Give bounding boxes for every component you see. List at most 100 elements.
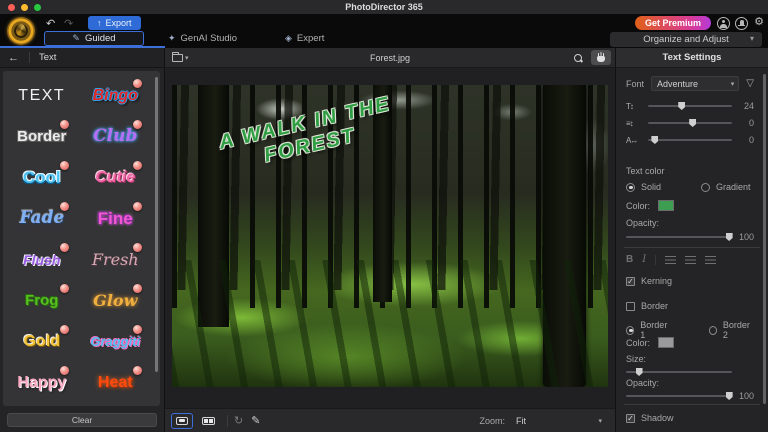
canvas-topbar: ▾ Forest.jpg (165, 48, 615, 68)
font-dropdown[interactable]: Adventure ▾ (651, 76, 739, 91)
preset-label: Gold (24, 334, 60, 350)
gradient-radio[interactable] (701, 183, 710, 192)
tree-trunk (198, 85, 229, 327)
character-spacing-slider-thumb[interactable] (651, 136, 658, 144)
hand-icon (597, 56, 605, 62)
text-opacity-slider-thumb[interactable] (726, 233, 733, 241)
premium-badge-icon (133, 366, 142, 375)
character-spacing-slider[interactable] (648, 139, 732, 141)
text-preset-happy[interactable]: Happy (5, 362, 79, 403)
pen-icon[interactable]: ✎ (251, 414, 260, 427)
tab-expert[interactable]: ◈ Expert (285, 31, 324, 46)
font-size-icon: T↕ (626, 102, 642, 111)
tab-genai-studio[interactable]: ✦ GenAI Studio (168, 31, 237, 46)
premium-badge-icon (60, 243, 69, 252)
kerning-checkbox[interactable]: ✓ (626, 277, 635, 286)
undo-icon[interactable]: ↶ (46, 17, 55, 30)
premium-badge-icon (133, 202, 142, 211)
tab-guided[interactable]: ✎ Guided (44, 31, 144, 46)
text-preset-glow[interactable]: Glow (79, 280, 153, 321)
back-icon[interactable]: ← (8, 52, 19, 64)
text-preset-heat[interactable]: Heat (79, 362, 153, 403)
text-preset-fade[interactable]: Fade (5, 198, 79, 239)
export-button[interactable]: ↑ Export (88, 16, 141, 30)
single-view-icon (176, 417, 188, 425)
shadow-checkbox[interactable]: ✓ (626, 414, 635, 423)
tab-expert-label: Expert (297, 33, 324, 44)
get-premium-button[interactable]: Get Premium (635, 16, 711, 30)
organize-adjust-dropdown[interactable]: Organize and Adjust ▾ (610, 32, 762, 47)
text-opacity-label: Opacity: (626, 218, 754, 228)
text-opacity-slider[interactable] (626, 236, 732, 238)
single-view-button[interactable] (171, 413, 193, 429)
text-preset-text[interactable]: TEXT (5, 75, 79, 116)
align-right-button[interactable] (705, 256, 716, 264)
font-filter-icon[interactable]: ▽ (746, 78, 754, 89)
text-preset-fine[interactable]: Fine (79, 198, 153, 239)
pan-tool-button[interactable] (591, 50, 611, 65)
zoom-tool-button[interactable] (568, 50, 588, 65)
sidebar-scrollbar[interactable] (155, 77, 158, 372)
border-checkbox[interactable] (626, 302, 635, 311)
border-size-slider-thumb[interactable] (636, 368, 643, 376)
sparkle-icon: ✦ (168, 33, 176, 44)
line-spacing-slider[interactable] (648, 122, 732, 124)
premium-badge-icon (133, 161, 142, 170)
canvas-bottombar: ↻ ✎ Zoom: Fit ▾ (165, 408, 615, 432)
account-icon[interactable] (717, 17, 730, 30)
border-size-slider[interactable] (626, 371, 732, 373)
compare-view-button[interactable] (197, 413, 219, 429)
zoom-level-dropdown[interactable]: Fit ▾ (511, 414, 607, 428)
macos-titlebar: PhotoDirector 365 (0, 0, 768, 14)
gear-icon[interactable]: ⚙ (754, 15, 764, 28)
font-size-slider[interactable] (648, 105, 732, 107)
magnifier-icon (574, 54, 582, 62)
border-opacity-slider[interactable] (626, 395, 732, 397)
preset-label: Fine (98, 210, 133, 227)
solid-radio-label: Solid (641, 182, 661, 192)
border2-radio[interactable] (709, 326, 717, 335)
text-preset-gold[interactable]: Gold (5, 321, 79, 362)
text-preset-flush[interactable]: Flush (5, 239, 79, 280)
bold-button[interactable]: B (626, 254, 633, 265)
text-preset-frog[interactable]: Frog (5, 280, 79, 321)
font-size-slider-thumb[interactable] (678, 102, 685, 110)
notifications-icon[interactable] (735, 17, 748, 30)
border-opacity-slider-thumb[interactable] (726, 392, 733, 400)
align-center-button[interactable] (685, 256, 696, 264)
text-preset-fresh[interactable]: Fresh (79, 239, 153, 280)
border-label: Border (641, 301, 668, 311)
preset-label: Bingo (93, 88, 138, 104)
gradient-radio-label: Gradient (716, 182, 751, 192)
border1-radio[interactable] (626, 326, 634, 335)
tree-trunk (543, 85, 587, 387)
premium-badge-icon (60, 284, 69, 293)
photodirector-logo-icon (7, 17, 35, 45)
text-preset-cutie[interactable]: Cutie (79, 157, 153, 198)
text-preset-cool[interactable]: Cool (5, 157, 79, 198)
preset-panel: TEXT Bingo BorderClubCoolCutieFade Fine Flus… (3, 71, 160, 406)
redo-icon[interactable]: ↷ (64, 17, 73, 30)
text-color-swatch[interactable] (658, 200, 674, 211)
rotate-icon[interactable]: ↻ (234, 414, 243, 427)
text-settings-panel: Text Settings Font Adventure ▾ ▽ T↕ 24 ≡… (615, 48, 768, 432)
text-preset-graggiti[interactable]: Graggiti (79, 321, 153, 362)
align-left-button[interactable] (665, 256, 676, 264)
clear-button[interactable]: Clear (7, 413, 157, 427)
panel-scrollbar[interactable] (763, 74, 766, 404)
badge-icon: ◈ (285, 33, 292, 44)
italic-button[interactable]: I (642, 254, 646, 265)
border-opacity-value: 100 (738, 391, 754, 401)
solid-radio[interactable] (626, 183, 635, 192)
line-spacing-slider-thumb[interactable] (689, 119, 696, 127)
font-size-value: 24 (738, 101, 754, 111)
premium-badge-icon (60, 202, 69, 211)
text-preset-border[interactable]: Border (5, 116, 79, 157)
canvas-filename: Forest.jpg (165, 53, 615, 63)
text-preset-bingo[interactable]: Bingo (79, 75, 153, 116)
photo-forest[interactable]: A WALK IN THE FOREST (172, 85, 608, 387)
zoom-label: Zoom: (479, 416, 505, 426)
text-preset-club[interactable]: Club (79, 116, 153, 157)
premium-badge-icon (133, 325, 142, 334)
border-color-swatch[interactable] (658, 337, 674, 348)
